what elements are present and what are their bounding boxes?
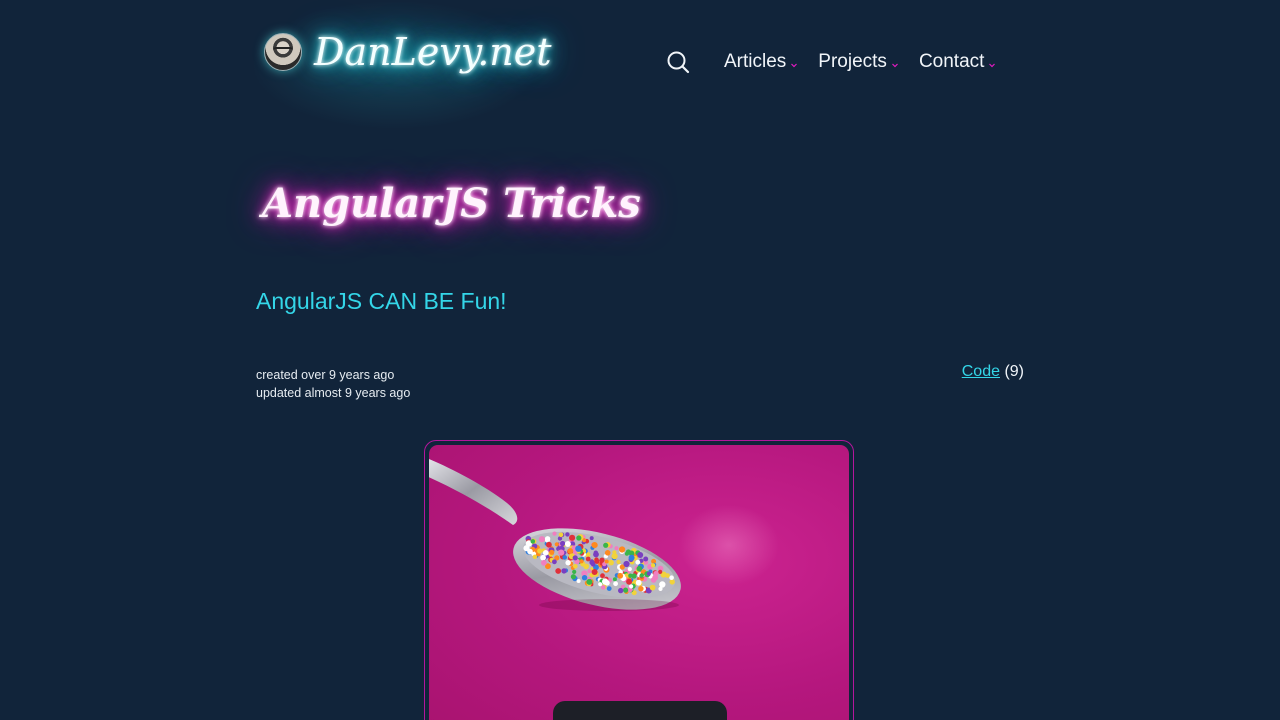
nav-item-articles[interactable]: Articles (724, 51, 798, 73)
hero-image (429, 445, 849, 720)
sprinkles-spoon-illustration (429, 459, 779, 611)
page: DanLevy.net Articles Projects Contact An… (0, 0, 1280, 720)
chevron-down-icon (989, 63, 996, 68)
nav-item-projects[interactable]: Projects (818, 51, 899, 73)
author-avatar (264, 33, 302, 71)
category-count: (9) (1004, 363, 1024, 380)
nav-item-label: Articles (724, 51, 787, 72)
nav-item-contact[interactable]: Contact (919, 51, 996, 73)
post-subtitle: AngularJS CAN BE Fun! (256, 288, 507, 314)
site-name: DanLevy.net (314, 30, 552, 74)
nav-item-label: Projects (818, 51, 887, 72)
chevron-down-icon (892, 63, 898, 68)
post-category: Code (9) (962, 363, 1024, 381)
main-nav: Articles Projects Contact (666, 50, 996, 74)
page-title: AngularJS Tricks (262, 180, 641, 227)
image-toolbar (553, 701, 727, 720)
site-logo-link[interactable]: DanLevy.net (264, 30, 552, 74)
search-icon[interactable] (666, 50, 690, 74)
post-dates: created over 9 years ago updated almost … (256, 366, 410, 402)
category-link[interactable]: Code (962, 363, 1000, 380)
created-date: created over 9 years ago (256, 368, 395, 382)
nav-item-label: Contact (918, 51, 985, 72)
chevron-down-icon (791, 63, 798, 68)
updated-date: updated almost 9 years ago (256, 386, 411, 400)
hero-image-frame (424, 440, 854, 720)
